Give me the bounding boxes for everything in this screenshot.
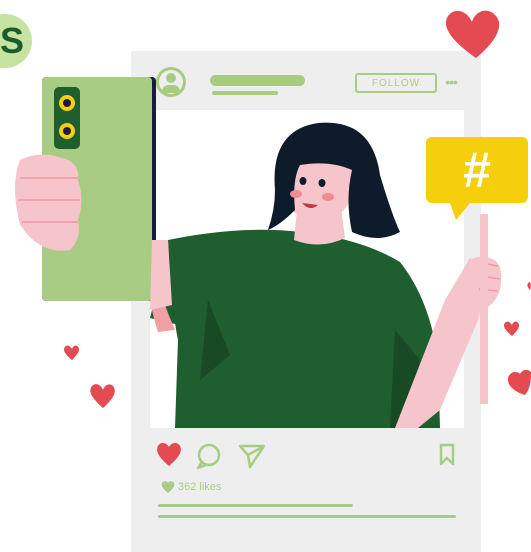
hashtag-symbol: # <box>463 142 491 198</box>
bookmark-icon[interactable] <box>439 443 455 466</box>
caption-line <box>158 504 353 507</box>
likes-count: 362 likes <box>178 481 222 493</box>
phone-in-hand <box>15 77 172 310</box>
selfie-illustration <box>15 10 531 493</box>
send-icon[interactable] <box>238 444 266 469</box>
small-heart-icon <box>161 481 175 493</box>
heart-icon[interactable] <box>157 443 181 466</box>
comment-icon[interactable] <box>196 443 221 470</box>
caption-line <box>158 515 456 518</box>
